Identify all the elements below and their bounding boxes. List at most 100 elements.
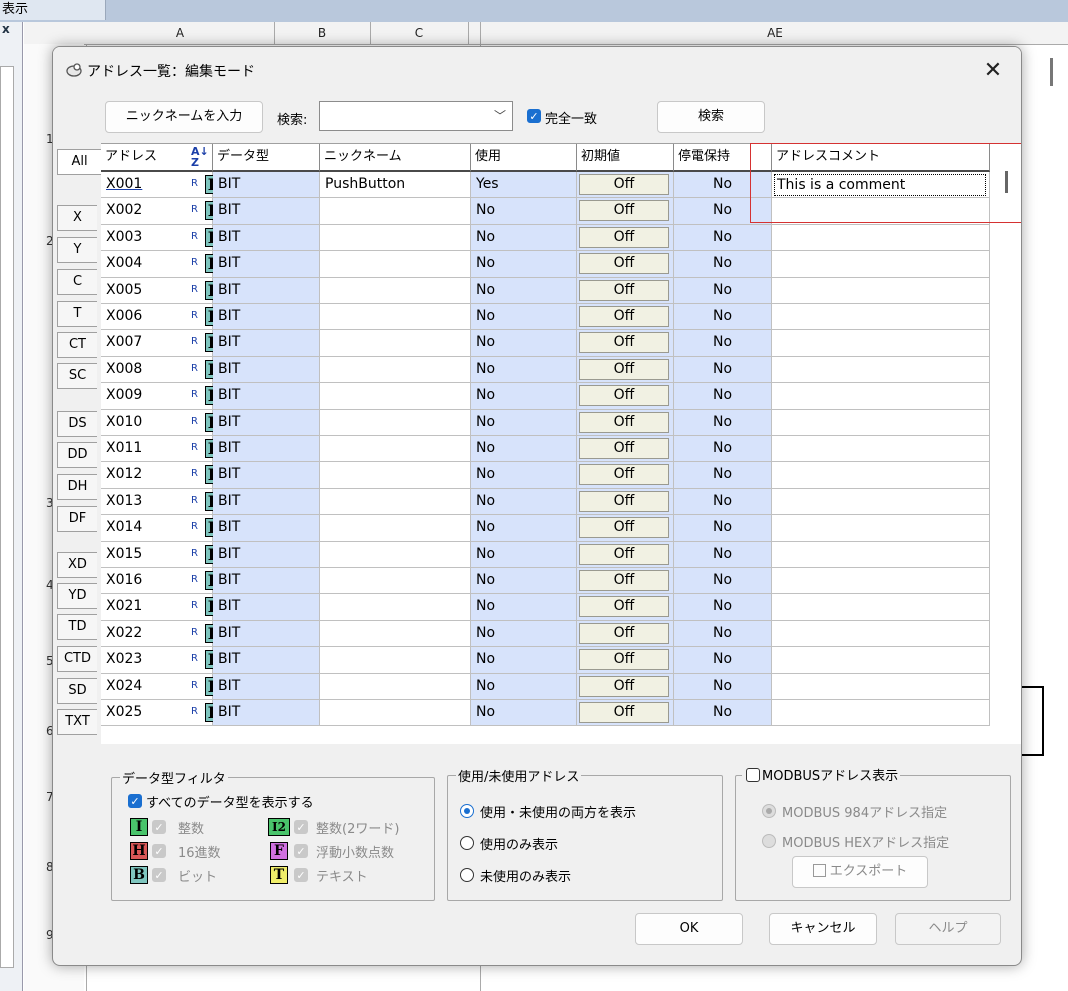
cell-address[interactable]: X013RB: [101, 488, 224, 516]
cell-initial[interactable]: Off: [577, 356, 674, 384]
cell-address[interactable]: X012RB: [101, 462, 224, 489]
table-row[interactable]: X015RBBITNoOffNo: [101, 541, 1021, 568]
cell-nickname[interactable]: [320, 330, 471, 357]
cell-comment[interactable]: [772, 647, 990, 674]
tab-df[interactable]: DF: [57, 506, 97, 532]
cell-retentive[interactable]: No: [674, 436, 772, 463]
show-all-types-checkbox[interactable]: ✓: [128, 794, 142, 808]
cell-nickname[interactable]: [320, 224, 471, 252]
cell-initial[interactable]: Off: [577, 488, 674, 516]
tab-x[interactable]: X: [57, 205, 97, 231]
initial-value-button[interactable]: Off: [579, 332, 669, 354]
cell-retentive[interactable]: No: [674, 383, 772, 410]
cell-used[interactable]: No: [471, 330, 577, 357]
initial-value-button[interactable]: Off: [579, 174, 669, 195]
column-header-nickname[interactable]: ニックネーム: [320, 144, 471, 172]
cell-comment[interactable]: [772, 594, 990, 621]
tab-ctd[interactable]: CTD: [57, 646, 97, 672]
cell-comment[interactable]: [772, 356, 990, 384]
initial-value-button[interactable]: Off: [579, 675, 669, 697]
cell-address[interactable]: X016RB: [101, 568, 224, 595]
float-filter-checkbox[interactable]: ✓: [294, 844, 308, 858]
cell-nickname[interactable]: [320, 541, 471, 568]
cell-nickname[interactable]: [320, 568, 471, 595]
cell-retentive[interactable]: No: [674, 330, 772, 357]
cell-used[interactable]: No: [471, 620, 577, 648]
cell-address[interactable]: X003RB: [101, 224, 224, 252]
exact-match-label[interactable]: 完全一致: [545, 108, 597, 127]
cell-used[interactable]: No: [471, 251, 577, 278]
cell-address[interactable]: X025RB: [101, 700, 224, 727]
cell-type[interactable]: BIT: [213, 409, 320, 436]
cell-retentive[interactable]: No: [674, 647, 772, 674]
cell-used[interactable]: No: [471, 304, 577, 331]
cell-comment[interactable]: [772, 277, 990, 304]
tab-ct[interactable]: CT: [57, 332, 97, 358]
cell-initial[interactable]: Off: [577, 277, 674, 304]
cell-nickname[interactable]: [320, 620, 471, 648]
tab-c[interactable]: C: [57, 269, 97, 295]
table-row[interactable]: X006RBBITNoOffNo: [101, 304, 1021, 331]
cell-type[interactable]: BIT: [213, 462, 320, 489]
cell-retentive[interactable]: No: [674, 409, 772, 436]
table-row[interactable]: X013RBBITNoOffNo: [101, 488, 1021, 516]
search-input[interactable]: ﹀: [319, 101, 513, 131]
initial-value-button[interactable]: Off: [579, 490, 669, 512]
table-row[interactable]: X014RBBITNoOffNo: [101, 515, 1021, 542]
cell-address[interactable]: X022RB: [101, 620, 224, 648]
cell-nickname[interactable]: [320, 436, 471, 463]
cell-used[interactable]: No: [471, 673, 577, 700]
cell-comment[interactable]: [772, 541, 990, 568]
cell-used[interactable]: No: [471, 568, 577, 595]
cell-comment[interactable]: [772, 224, 990, 252]
cell-address[interactable]: X004RB: [101, 251, 224, 278]
search-button[interactable]: 検索: [657, 101, 765, 133]
table-row[interactable]: X016RBBITNoOffNo: [101, 568, 1021, 595]
tab-txt[interactable]: TXT: [57, 709, 97, 735]
cell-type[interactable]: BIT: [213, 198, 320, 225]
exact-match-checkbox[interactable]: ✓: [527, 109, 541, 123]
cell-address[interactable]: X006RB: [101, 304, 224, 331]
modbus-display-checkbox[interactable]: [746, 768, 760, 782]
cell-type[interactable]: BIT: [213, 251, 320, 278]
cell-nickname[interactable]: [320, 594, 471, 621]
cell-address[interactable]: X024RB: [101, 673, 224, 700]
cell-nickname[interactable]: [320, 383, 471, 410]
background-scroll-thumb[interactable]: [1050, 58, 1053, 86]
cell-comment[interactable]: [772, 409, 990, 436]
export-button[interactable]: エクスポート: [792, 856, 928, 888]
ok-button[interactable]: OK: [635, 913, 743, 945]
initial-value-button[interactable]: Off: [579, 622, 669, 644]
cell-initial[interactable]: Off: [577, 198, 674, 225]
usage-used-only-radio[interactable]: [460, 836, 474, 850]
table-row[interactable]: X025RBBITNoOffNo: [101, 700, 1021, 727]
cell-initial[interactable]: Off: [577, 620, 674, 648]
help-button[interactable]: ヘルプ: [895, 913, 1001, 945]
cell-initial[interactable]: Off: [577, 330, 674, 357]
cell-used[interactable]: No: [471, 462, 577, 489]
cell-nickname[interactable]: [320, 488, 471, 516]
cell-nickname[interactable]: [320, 409, 471, 436]
integer-2word-filter-checkbox[interactable]: ✓: [294, 820, 308, 834]
cell-retentive[interactable]: No: [674, 224, 772, 252]
cell-used[interactable]: No: [471, 409, 577, 436]
cell-used[interactable]: No: [471, 436, 577, 463]
cell-initial[interactable]: Off: [577, 172, 674, 199]
initial-value-button[interactable]: Off: [579, 702, 669, 723]
cell-type[interactable]: BIT: [213, 568, 320, 595]
cell-address[interactable]: X011RB: [101, 436, 224, 463]
initial-value-button[interactable]: Off: [579, 464, 669, 486]
cell-comment[interactable]: [772, 251, 990, 278]
usage-unused-only-radio[interactable]: [460, 868, 474, 882]
cell-type[interactable]: BIT: [213, 172, 320, 199]
usage-both-label[interactable]: 使用・未使用の両方を表示: [480, 802, 636, 821]
column-header-initial-value[interactable]: 初期値: [577, 144, 674, 172]
cell-retentive[interactable]: No: [674, 673, 772, 700]
table-row[interactable]: X008RBBITNoOffNo: [101, 356, 1021, 384]
cell-retentive[interactable]: No: [674, 356, 772, 384]
cell-retentive[interactable]: No: [674, 700, 772, 727]
cell-type[interactable]: BIT: [213, 673, 320, 700]
initial-value-button[interactable]: Off: [579, 200, 669, 222]
cell-retentive[interactable]: No: [674, 541, 772, 568]
initial-value-button[interactable]: Off: [579, 649, 669, 671]
